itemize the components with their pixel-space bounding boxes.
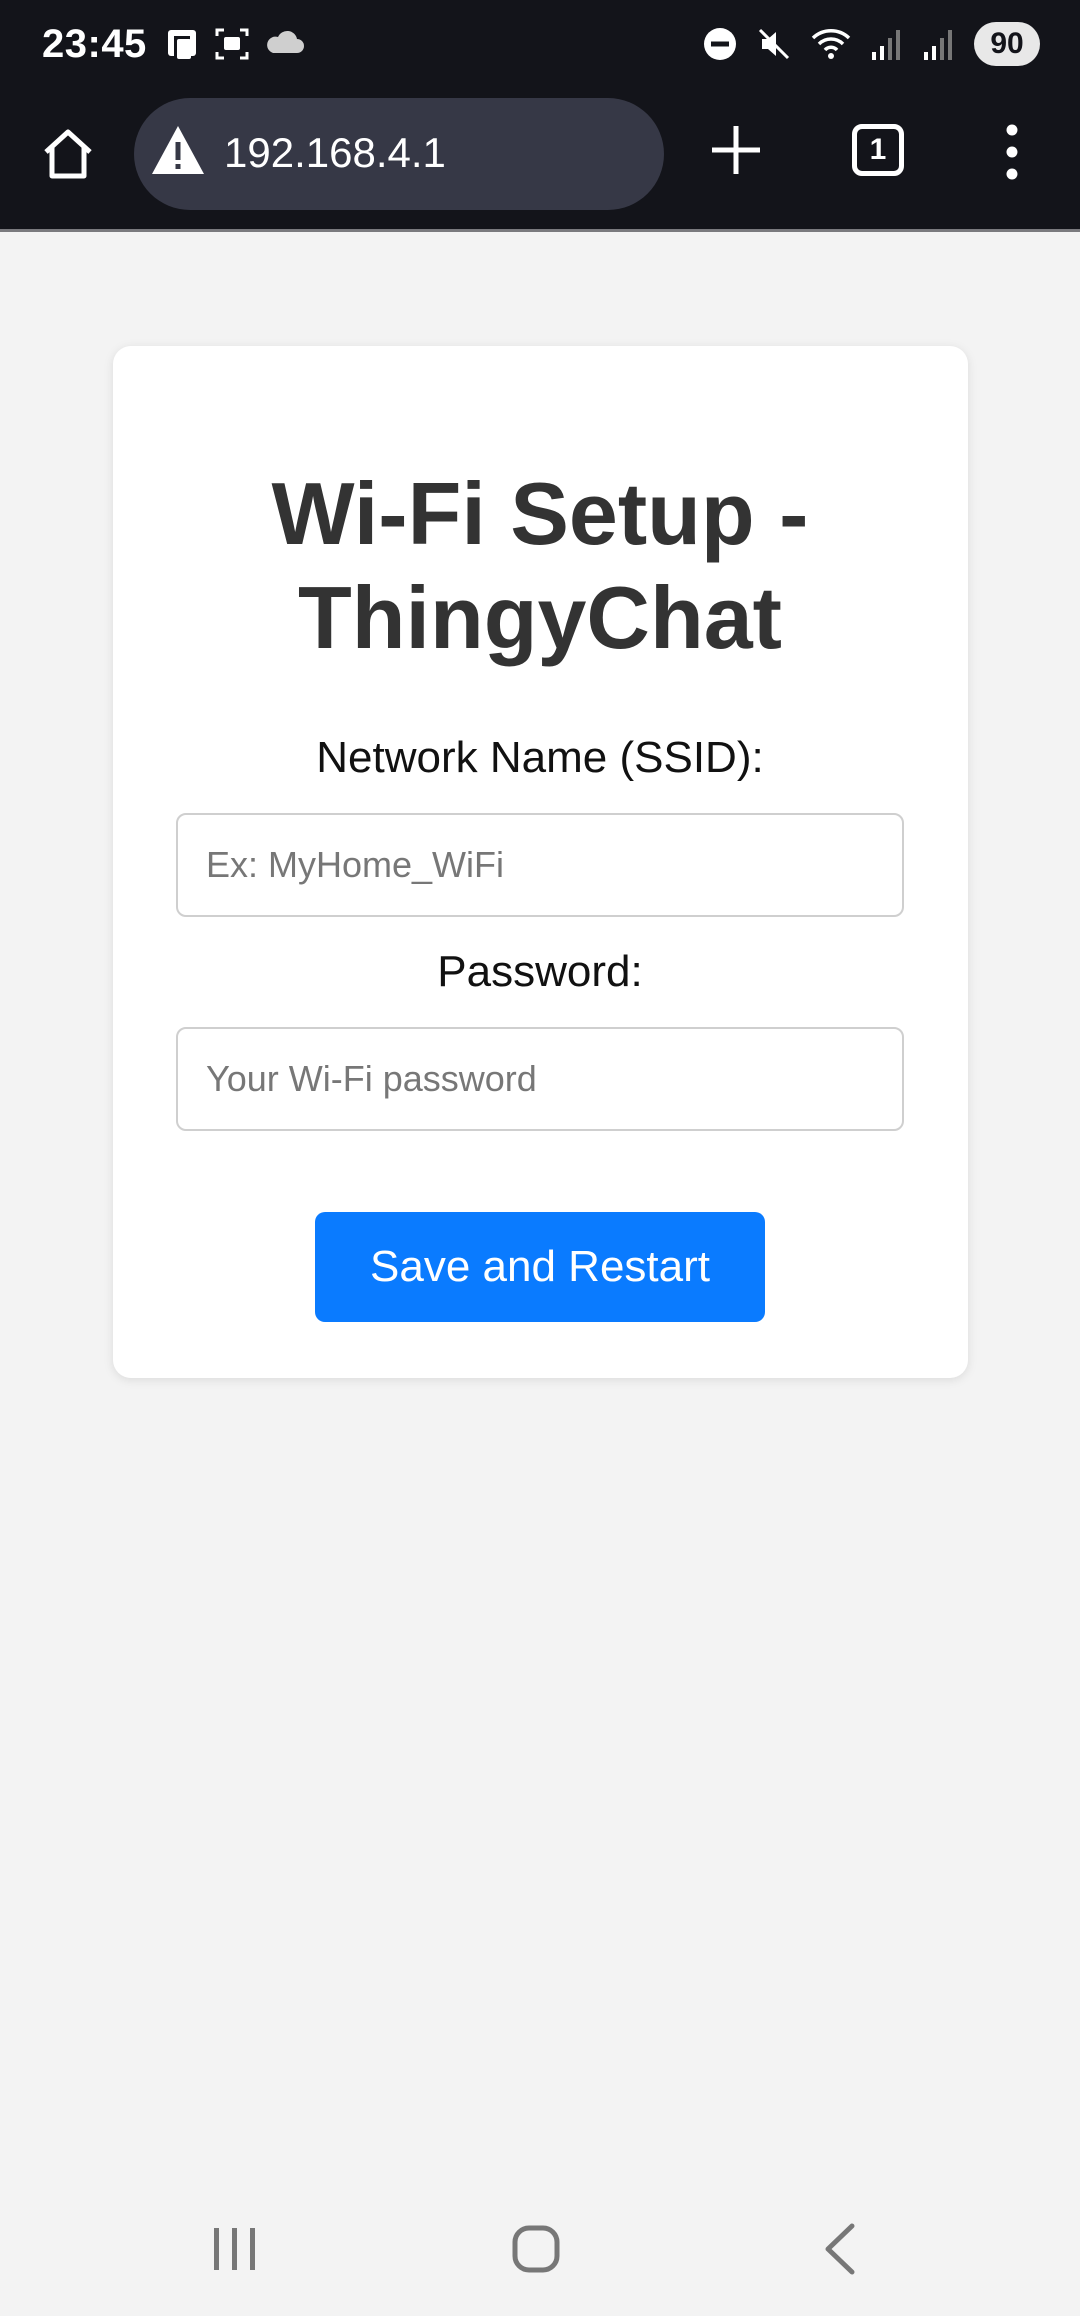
menu-icon[interactable] (1002, 122, 1022, 182)
wifi-icon (811, 29, 851, 59)
cloud-icon (267, 30, 304, 53)
home-nav-icon[interactable] (512, 2225, 560, 2273)
ssid-input[interactable] (176, 813, 904, 917)
status-time: 23:45 (42, 22, 147, 66)
mute-icon (758, 28, 790, 60)
password-label: Password: (437, 947, 643, 996)
signal-icon (872, 30, 900, 60)
url-text[interactable]: 192.168.4.1 (224, 129, 446, 177)
recent-apps-icon[interactable] (214, 2228, 255, 2270)
system-icons: 90 (702, 22, 1040, 66)
warning-icon[interactable] (150, 124, 206, 176)
password-input[interactable] (176, 1027, 904, 1131)
signal-icon (924, 30, 952, 60)
phone-icon (168, 30, 196, 59)
status-bar: 23:45 90 (0, 0, 1080, 94)
page-title-line2: ThingyChat (298, 568, 782, 667)
save-and-restart-button[interactable]: Save and Restart (315, 1212, 765, 1322)
back-icon[interactable] (825, 2223, 855, 2275)
home-icon[interactable] (38, 124, 98, 184)
page-title: Wi-Fi Setup - ThingyChat (0, 462, 1080, 670)
navigation-bar (214, 2223, 855, 2275)
plus-icon[interactable] (710, 124, 762, 176)
screenshot-icon (215, 28, 249, 60)
ssid-label: Network Name (SSID): (316, 733, 764, 782)
tabs-icon[interactable]: 1 (852, 124, 904, 176)
notification-icons (164, 26, 304, 62)
battery-indicator: 90 (974, 22, 1040, 66)
page-title-line1: Wi-Fi Setup - (271, 464, 809, 563)
browser-toolbar: 192.168.4.1 1 (0, 94, 1080, 232)
dnd-icon (704, 28, 736, 60)
